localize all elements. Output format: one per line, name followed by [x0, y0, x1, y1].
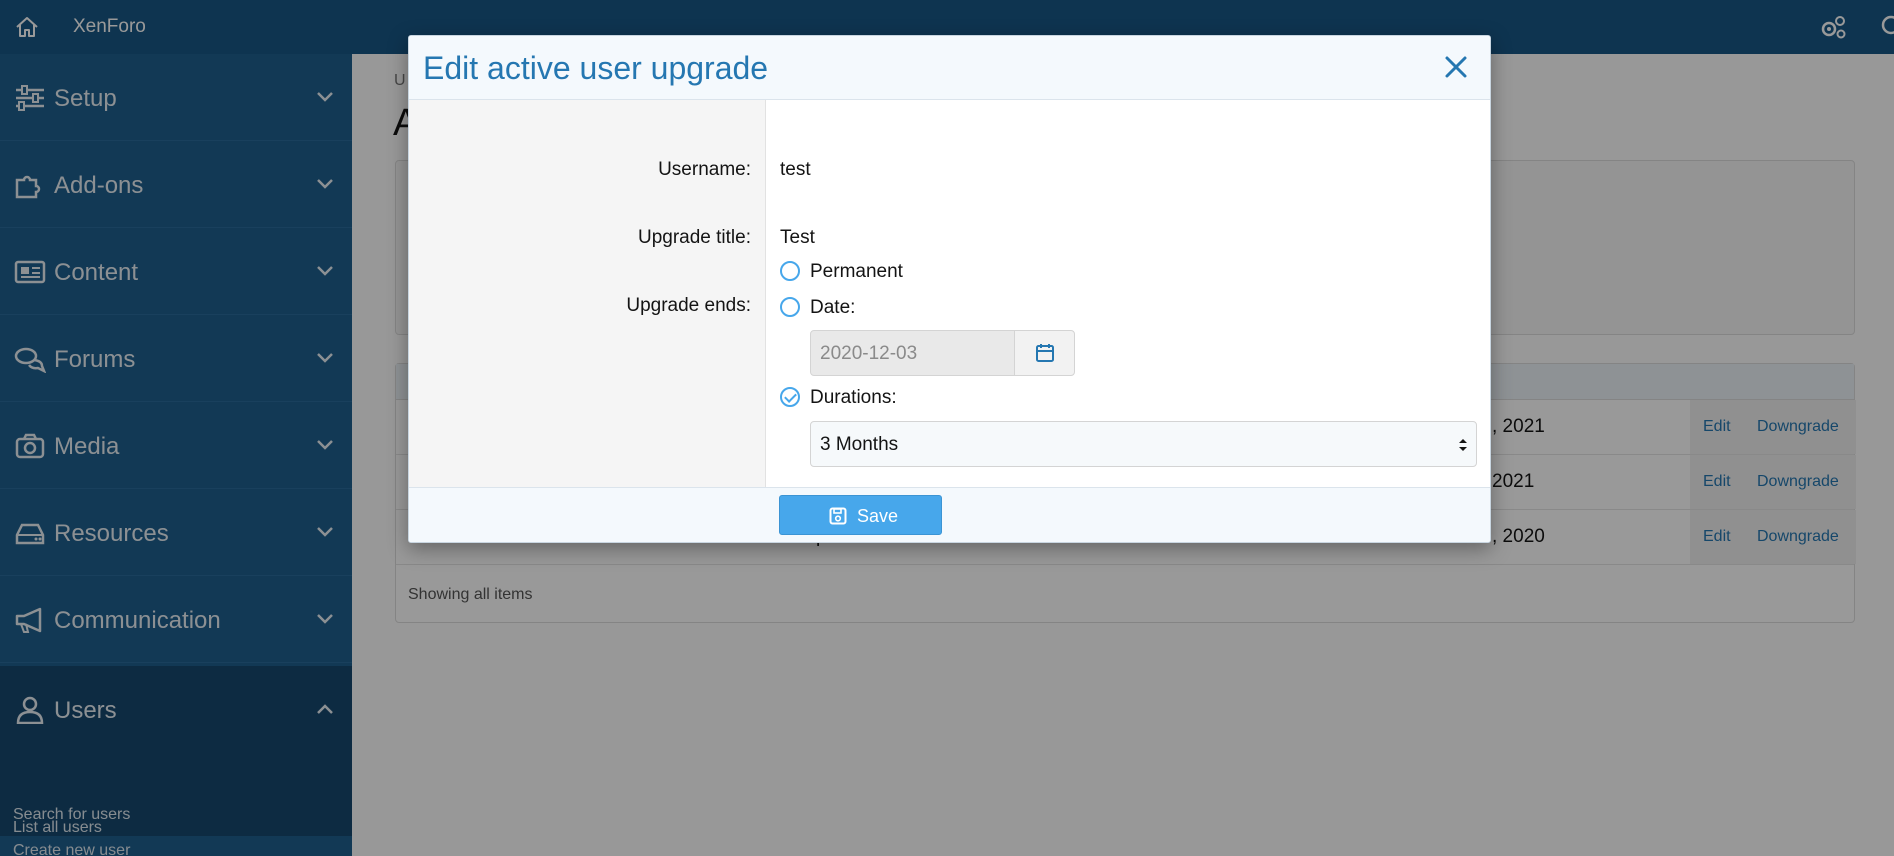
select-arrows-icon — [1459, 439, 1467, 451]
save-button[interactable]: Save — [779, 495, 942, 535]
dialog-footer: Save — [409, 487, 1490, 542]
upgrade-title-value: Test — [780, 227, 815, 248]
date-option-label[interactable]: Date: — [810, 297, 855, 319]
dialog-header: Edit active user upgrade — [409, 36, 1490, 100]
username-label: Username: — [658, 159, 751, 180]
save-icon — [829, 507, 847, 525]
duration-selected-value: 3 Months — [820, 434, 899, 455]
duration-select[interactable]: 3 Months — [810, 421, 1477, 467]
date-radio[interactable] — [780, 297, 800, 317]
date-input[interactable]: 2020-12-03 — [810, 330, 1015, 376]
durations-radio[interactable] — [780, 387, 800, 407]
username-value: test — [780, 159, 811, 180]
edit-upgrade-dialog: Edit active user upgrade Username: Upgra… — [408, 35, 1491, 543]
durations-option-label[interactable]: Durations: — [810, 387, 897, 409]
permanent-option-label[interactable]: Permanent — [810, 261, 903, 283]
permanent-radio[interactable] — [780, 261, 800, 281]
save-button-label: Save — [857, 506, 899, 526]
close-icon[interactable] — [1443, 54, 1469, 80]
upgrade-ends-label: Upgrade ends: — [626, 295, 751, 316]
calendar-icon — [1036, 344, 1054, 362]
upgrade-title-label: Upgrade title: — [637, 227, 751, 248]
dialog-title: Edit active user upgrade — [423, 50, 769, 86]
form-label-column: Username: Upgrade title: Upgrade ends: — [409, 100, 766, 487]
date-picker-button[interactable] — [1014, 330, 1075, 376]
